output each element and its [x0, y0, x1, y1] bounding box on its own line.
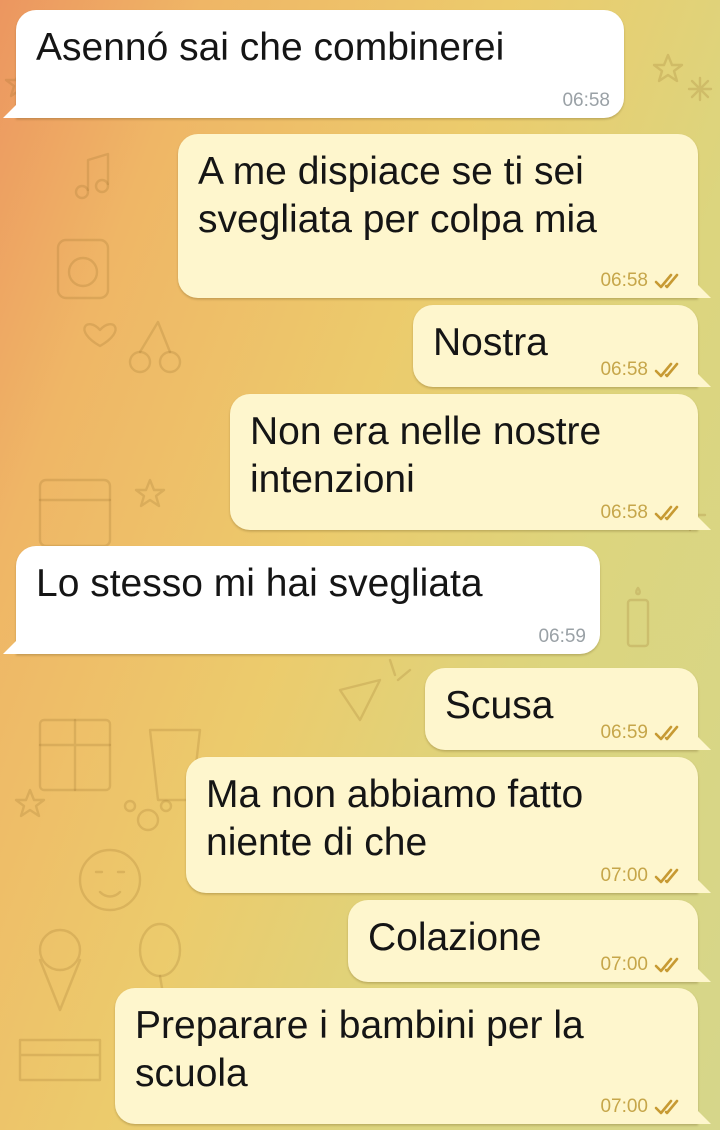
- party-icon: [338, 658, 412, 722]
- message-meta: 06:58: [600, 359, 684, 381]
- message-time: 06:58: [600, 359, 648, 380]
- message-text: Preparare i bambini per la scuola: [135, 1004, 584, 1095]
- music-note-icon: [74, 152, 110, 200]
- star-icon: [652, 53, 684, 83]
- candle-icon: [626, 586, 650, 648]
- message-meta: 06:59: [600, 722, 684, 744]
- message-time: 06:58: [600, 270, 648, 291]
- double-check-icon: [654, 273, 679, 289]
- message-time: 06:58: [600, 502, 648, 523]
- cherry-icon: [128, 320, 182, 374]
- camera-icon: [56, 238, 110, 300]
- message-meta: 07:00: [600, 954, 684, 976]
- outgoing-message-bubble[interactable]: Colazione 07:00: [348, 900, 711, 982]
- message-time: 07:00: [600, 954, 648, 975]
- double-check-icon: [654, 362, 679, 378]
- double-check-icon: [654, 868, 679, 884]
- incoming-message-bubble[interactable]: Asennó sai che combinerei 06:58: [3, 10, 624, 118]
- outgoing-message-bubble[interactable]: Preparare i bambini per la scuola 07:00: [115, 988, 711, 1124]
- cake-icon: [18, 1038, 102, 1082]
- calendar-icon: [38, 478, 112, 548]
- message-text: A me dispiace se ti sei svegliata per co…: [198, 150, 597, 241]
- emoji-icon: [78, 848, 142, 912]
- message-meta: 07:00: [600, 865, 684, 887]
- incoming-message-bubble[interactable]: Lo stesso mi hai svegliata 06:59: [3, 546, 600, 654]
- message-meta: 06:59: [538, 626, 586, 648]
- heart-icon: [83, 323, 117, 348]
- message-meta: 06:58: [600, 270, 684, 292]
- message-text: Lo stesso mi hai svegliata: [36, 562, 483, 605]
- message-meta: 06:58: [562, 90, 610, 112]
- message-text: Ma non abbiamo fatto niente di che: [206, 773, 584, 864]
- outgoing-message-bubble[interactable]: Non era nelle nostre intenzioni 06:58: [230, 394, 711, 530]
- double-check-icon: [654, 957, 679, 973]
- snowflake-icon: [687, 76, 713, 102]
- ice-cream-icon: [38, 928, 82, 1012]
- message-time: 07:00: [600, 865, 648, 886]
- double-check-icon: [654, 725, 679, 741]
- star-icon: [14, 788, 46, 818]
- outgoing-message-bubble[interactable]: Ma non abbiamo fatto niente di che 07:00: [186, 757, 711, 893]
- message-meta: 07:00: [600, 1096, 684, 1118]
- outgoing-message-bubble[interactable]: Scusa 06:59: [425, 668, 711, 750]
- message-text: Asennó sai che combinerei: [36, 26, 505, 69]
- outgoing-message-bubble[interactable]: A me dispiace se ti sei svegliata per co…: [178, 134, 711, 298]
- message-time: 06:59: [600, 722, 648, 743]
- message-time: 06:58: [562, 90, 610, 111]
- double-check-icon: [654, 505, 679, 521]
- message-text: Non era nelle nostre intenzioni: [250, 410, 602, 501]
- message-time: 07:00: [600, 1096, 648, 1117]
- message-time: 06:59: [538, 626, 586, 647]
- double-check-icon: [654, 1099, 679, 1115]
- outgoing-message-bubble[interactable]: Nostra 06:58: [413, 305, 711, 387]
- gift-icon: [38, 718, 112, 792]
- message-meta: 06:58: [600, 502, 684, 524]
- paw-icon: [123, 799, 173, 832]
- star-icon: [134, 478, 166, 508]
